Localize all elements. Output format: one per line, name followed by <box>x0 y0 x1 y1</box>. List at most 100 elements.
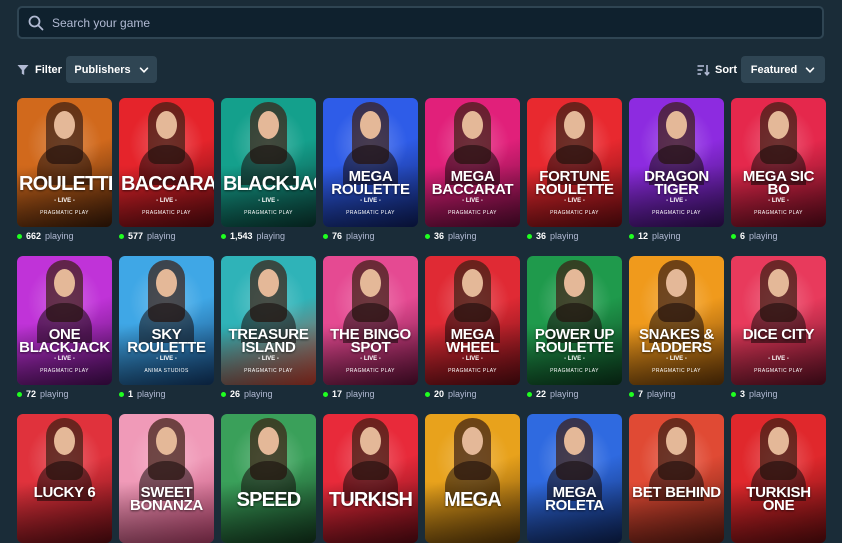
game-tile[interactable]: TURKISH <box>323 414 418 543</box>
game-thumbnail[interactable]: MEGA BACCARAT - LIVE - PRAGMATIC PLAY <box>425 98 520 227</box>
player-count-number: 26 <box>230 389 241 399</box>
game-tile[interactable]: DICE CITY - LIVE - PRAGMATIC PLAY 3 playing <box>731 256 826 399</box>
toolbar: Filter Publishers Sort Featured <box>17 56 825 83</box>
publisher-label: PRAGMATIC PLAY <box>754 368 803 374</box>
game-tile[interactable]: DRAGON TIGER - LIVE - PRAGMATIC PLAY 12 play… <box>629 98 724 241</box>
game-tile[interactable]: BACCARAT - LIVE - PRAGMATIC PLAY 577playing <box>119 98 214 241</box>
game-title: MEGA <box>444 489 502 511</box>
dealer-face <box>54 111 75 139</box>
player-count-label: playing <box>550 231 579 241</box>
online-dot-icon <box>425 391 430 397</box>
game-thumbnail[interactable]: POWER UP ROULETTE - LIVE - PRAGMATIC PLAY <box>527 256 622 385</box>
dealer-face <box>258 427 279 455</box>
live-tag: - LIVE - <box>666 198 687 204</box>
game-thumbnail[interactable]: SPEED <box>221 414 316 543</box>
sort-button[interactable]: Sort <box>697 56 737 83</box>
dealer-face <box>564 427 585 455</box>
game-thumbnail[interactable]: MEGA SIC BO - LIVE - PRAGMATIC PLAY <box>731 98 826 227</box>
game-tile[interactable]: MEGA ROULETTE - LIVE - PRAGMATIC PLAY 76 pla… <box>323 98 418 241</box>
game-thumbnail[interactable]: BLACKJACK - LIVE - PRAGMATIC PLAY <box>221 98 316 227</box>
online-dot-icon <box>629 233 634 239</box>
game-thumbnail[interactable]: ONE BLACKJACK - LIVE - PRAGMATIC PLAY <box>17 256 112 385</box>
game-tile[interactable]: FORTUNE ROULETTE - LIVE - PRAGMATIC PLAY 36… <box>527 98 622 241</box>
game-title: MEGA SIC BO <box>742 168 815 198</box>
game-title: POWER UP ROULETTE <box>534 326 615 356</box>
game-thumbnail[interactable]: MEGA <box>425 414 520 543</box>
player-count: 3 playing <box>731 389 778 399</box>
player-count: 1 playing <box>119 389 166 399</box>
search-input[interactable] <box>52 15 822 30</box>
game-tile[interactable]: THE BINGO SPOT - LIVE - PRAGMATIC PLAY 17 pl… <box>323 256 418 399</box>
game-tile[interactable]: ONE BLACKJACK - LIVE - PRAGMATIC PLAY 72 pla… <box>17 256 112 399</box>
online-dot-icon <box>731 233 736 239</box>
game-thumbnail[interactable]: LUCKY 6 <box>17 414 112 543</box>
dealer-face <box>564 269 585 297</box>
player-count-number: 20 <box>434 389 445 399</box>
game-thumbnail[interactable]: SWEET BONANZA <box>119 414 214 543</box>
player-count-label: playing <box>652 231 681 241</box>
player-count-label: playing <box>137 389 166 399</box>
player-count-number: 17 <box>332 389 343 399</box>
live-tag: - LIVE - <box>666 356 687 362</box>
game-tile[interactable]: LUCKY 6 <box>17 414 112 543</box>
game-tile[interactable]: MEGA ROLETA <box>527 414 622 543</box>
search-bar[interactable] <box>17 6 824 39</box>
player-count: 662 playing <box>17 231 74 241</box>
live-tag: - LIVE - <box>564 198 585 204</box>
game-thumbnail[interactable]: DICE CITY - LIVE - PRAGMATIC PLAY <box>731 256 826 385</box>
game-title: SKY ROULETTE <box>127 326 206 356</box>
player-count: 72 playing <box>17 389 69 399</box>
game-thumbnail[interactable]: THE BINGO SPOT - LIVE - PRAGMATIC PLAY <box>323 256 418 385</box>
dealer-face <box>666 427 687 455</box>
sort-label: Sort <box>715 63 737 76</box>
game-tile[interactable]: SWEET BONANZA <box>119 414 214 543</box>
game-thumbnail[interactable]: SKY ROULETTE - LIVE - ANIMA STUDIOS <box>119 256 214 385</box>
game-tile[interactable]: SNAKES & LADDERS - LIVE - PRAGMATIC PLAY 7 p… <box>629 256 724 399</box>
game-tile[interactable]: ROULETTE - LIVE - PRAGMATIC PLAY 662 playing <box>17 98 112 241</box>
game-tile[interactable]: BLACKJACK - LIVE - PRAGMATIC PLAY 1,543play… <box>221 98 316 241</box>
player-count-label: playing <box>448 231 477 241</box>
online-dot-icon <box>17 233 22 239</box>
online-dot-icon <box>731 391 736 397</box>
game-tile[interactable]: BET BEHIND <box>629 414 724 543</box>
game-tile[interactable]: SKY ROULETTE - LIVE - ANIMA STUDIOS 1 playin… <box>119 256 214 399</box>
dealer-face <box>54 269 75 297</box>
dealer-face <box>462 269 483 297</box>
filter-button[interactable]: Filter <box>17 56 62 83</box>
publisher-label: PRAGMATIC PLAY <box>652 210 701 216</box>
game-tile[interactable]: SPEED <box>221 414 316 543</box>
player-count-label: playing <box>256 231 286 241</box>
featured-dropdown[interactable]: Featured <box>741 56 825 83</box>
game-thumbnail[interactable]: TURKISH ONE <box>731 414 826 543</box>
game-title: TREASURE ISLAND <box>228 326 309 356</box>
game-title: DICE CITY <box>742 326 815 343</box>
game-thumbnail[interactable]: BACCARAT - LIVE - PRAGMATIC PLAY <box>119 98 214 227</box>
game-thumbnail[interactable]: MEGA ROULETTE - LIVE - PRAGMATIC PLAY <box>323 98 418 227</box>
game-tile[interactable]: TURKISH ONE <box>731 414 826 543</box>
game-tile[interactable]: MEGA <box>425 414 520 543</box>
game-thumbnail[interactable]: SNAKES & LADDERS - LIVE - PRAGMATIC PLAY <box>629 256 724 385</box>
game-thumbnail[interactable]: TURKISH <box>323 414 418 543</box>
live-tag: - LIVE - <box>360 198 381 204</box>
game-thumbnail[interactable]: ROULETTE - LIVE - PRAGMATIC PLAY <box>17 98 112 227</box>
game-tile[interactable]: MEGA WHEEL - LIVE - PRAGMATIC PLAY 20 playin… <box>425 256 520 399</box>
game-thumbnail[interactable]: DRAGON TIGER - LIVE - PRAGMATIC PLAY <box>629 98 724 227</box>
dealer-face <box>666 269 687 297</box>
game-thumbnail[interactable]: FORTUNE ROULETTE - LIVE - PRAGMATIC PLAY <box>527 98 622 227</box>
filter-icon <box>17 64 29 75</box>
game-tile[interactable]: TREASURE ISLAND - LIVE - PRAGMATIC PLAY 26 p… <box>221 256 316 399</box>
publishers-dropdown[interactable]: Publishers <box>66 56 157 83</box>
game-tile[interactable]: MEGA BACCARAT - LIVE - PRAGMATIC PLAY 36 pla… <box>425 98 520 241</box>
game-thumbnail[interactable]: MEGA ROLETA <box>527 414 622 543</box>
live-tag: - LIVE - <box>54 198 75 204</box>
game-thumbnail[interactable]: BET BEHIND <box>629 414 724 543</box>
game-tile[interactable]: POWER UP ROULETTE - LIVE - PRAGMATIC PLAY 2… <box>527 256 622 399</box>
player-count-number: 36 <box>536 231 547 241</box>
game-title: TURKISH <box>328 489 413 511</box>
game-thumbnail[interactable]: MEGA WHEEL - LIVE - PRAGMATIC PLAY <box>425 256 520 385</box>
player-count-label: playing <box>647 389 676 399</box>
game-thumbnail[interactable]: TREASURE ISLAND - LIVE - PRAGMATIC PLAY <box>221 256 316 385</box>
live-tag: - LIVE - <box>54 356 75 362</box>
game-tile[interactable]: MEGA SIC BO - LIVE - PRAGMATIC PLAY 6 playin… <box>731 98 826 241</box>
live-tag: - LIVE - <box>462 356 483 362</box>
